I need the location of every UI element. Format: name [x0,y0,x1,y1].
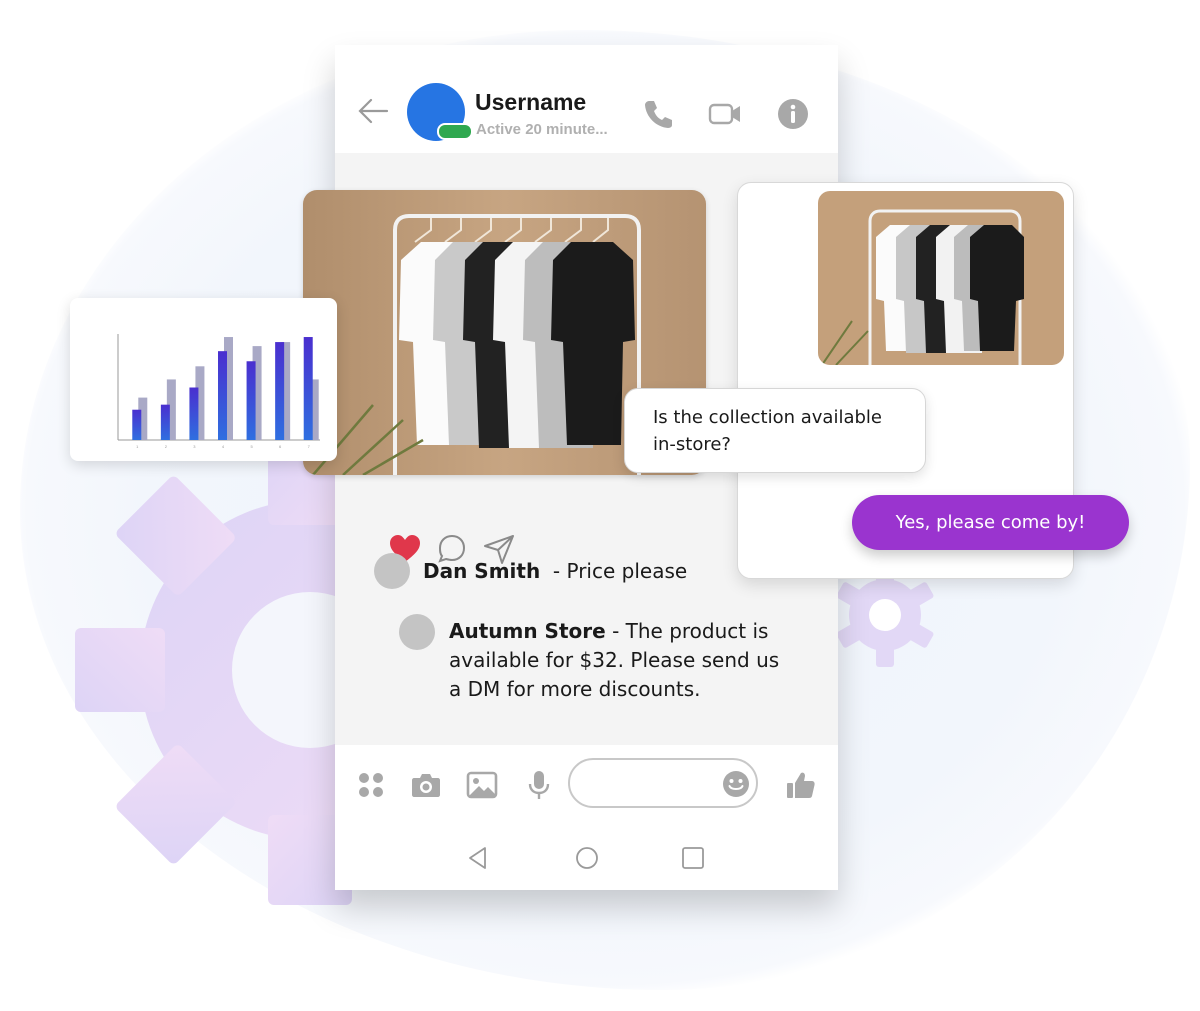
x-tick-label: 7 [308,444,311,449]
x-tick-label: 3 [193,444,196,449]
reply-author[interactable]: Autumn Store [449,619,606,643]
incoming-message-bubble: Is the collection available in-store? [624,388,926,473]
reply-text-line-2: available for $32. Please send us [449,648,780,672]
username: Username [475,89,587,115]
x-tick-label: 2 [165,444,168,449]
nav-recents-icon[interactable] [680,845,706,871]
camera-icon[interactable] [410,769,442,801]
bar-series-1-1 [132,409,142,440]
apps-grid-icon[interactable] [355,769,387,801]
x-tick-label: 4 [222,444,225,449]
thumbs-up-icon[interactable] [785,769,817,801]
message-input[interactable] [568,758,758,808]
nav-home-icon[interactable] [574,845,600,871]
nav-back-icon[interactable] [465,845,491,871]
comment-author[interactable]: Dan Smith [423,559,540,583]
back-arrow-icon[interactable] [357,97,389,125]
phone-icon[interactable] [642,97,676,131]
x-tick-label: 6 [279,444,282,449]
online-status-badge [437,123,473,140]
image-icon[interactable] [466,769,498,801]
comment-autumn-store: Autumn Store - The product is available … [449,617,779,704]
bar-chart: 1 2 3 4 5 6 7 [117,334,320,449]
bar-series-1-3 [189,387,199,440]
video-camera-icon[interactable] [708,97,742,131]
comment-text: - Price please [552,559,688,583]
bar-series-1-6 [275,342,285,440]
x-tick-label: 1 [136,444,139,449]
chat-header: Username Active 20 minute... [335,45,838,153]
microphone-icon[interactable] [523,769,555,801]
info-icon[interactable] [776,97,810,131]
bar-series-1-4 [218,351,227,440]
reply-avatar[interactable] [399,614,435,650]
active-status: Active 20 minute... [476,121,608,138]
bar-series-1-5 [246,361,256,440]
reply-text-line-3: a DM for more discounts. [449,677,701,701]
dm-shared-image[interactable] [818,191,1064,365]
smiley-icon[interactable] [722,770,750,798]
comment-dan-smith: Dan Smith - Price please [423,557,687,586]
x-tick-label: 5 [250,444,253,449]
commenter-avatar[interactable] [374,553,410,589]
outgoing-message-bubble: Yes, please come by! [852,495,1129,550]
bar-series-1-2 [160,404,170,440]
bar-series-1-7 [303,337,313,440]
reply-text-line-1: - The product is [612,619,769,643]
bar-chart-card: 1 2 3 4 5 6 7 [70,298,337,461]
